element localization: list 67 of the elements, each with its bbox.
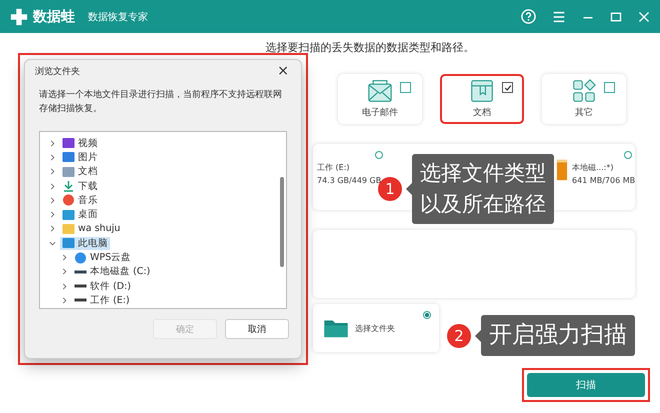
close-icon[interactable] <box>638 10 650 22</box>
drive-usage: 641 MB/706 MB <box>572 176 636 185</box>
category-card[interactable]: 文档 <box>440 74 524 124</box>
drive-icon <box>556 158 568 180</box>
tree-item[interactable]: 音乐 <box>60 194 100 207</box>
category-label: 电子邮件 <box>362 106 398 119</box>
drive-usage: 74.3 GB/449 GB <box>317 176 382 185</box>
category-card[interactable]: 其它 <box>542 74 626 124</box>
radio-button[interactable] <box>423 311 431 319</box>
tree-item[interactable]: 工作 (E:) <box>72 294 132 307</box>
checkbox[interactable] <box>502 82 513 93</box>
radio-button[interactable] <box>624 151 632 159</box>
drive-name: 工作 (E:) <box>317 162 351 173</box>
drive-icon <box>74 270 87 274</box>
callout-tooltip: 开启强力扫描 <box>481 315 635 356</box>
tree-item[interactable]: 本地磁盘 (C:) <box>72 265 152 278</box>
chevron-icon[interactable] <box>61 282 68 290</box>
chevron-icon[interactable] <box>61 296 68 304</box>
tree-item[interactable]: 视频 <box>60 136 100 150</box>
chevron-icon[interactable] <box>49 154 56 161</box>
drive-icon <box>74 298 87 302</box>
checkbox[interactable] <box>400 82 411 93</box>
chevron-icon[interactable] <box>49 211 56 218</box>
chevron-icon[interactable] <box>49 196 56 204</box>
step-number-badge: 2 <box>447 324 471 348</box>
callout-pointer-icon <box>406 183 412 195</box>
chevron-icon[interactable] <box>61 254 68 262</box>
checkbox[interactable] <box>604 82 615 93</box>
close-button[interactable]: × <box>275 63 291 79</box>
chevron-icon[interactable] <box>49 168 56 176</box>
tree-item[interactable]: 文档 <box>60 165 100 178</box>
category-card[interactable]: 电子邮件 <box>338 74 422 124</box>
maximize-icon[interactable] <box>610 10 622 22</box>
drive-icon <box>74 284 87 288</box>
chevron-icon[interactable] <box>61 268 68 276</box>
bookmarked-document-icon <box>470 79 494 103</box>
folder-option-label: 选择文件夹 <box>355 322 395 334</box>
page-heading: 选择要扫描的丢失数据的数据类型和路径。 <box>264 40 476 55</box>
app-logo-text: 数据蛙 <box>33 8 75 26</box>
menu-icon[interactable] <box>552 10 566 24</box>
category-label: 其它 <box>575 106 593 119</box>
radio-button[interactable] <box>375 151 383 159</box>
tree-item[interactable]: WPS云盘 <box>72 251 134 264</box>
chevron-icon[interactable] <box>49 182 56 190</box>
drive-name: 本地磁...:*) <box>572 162 614 173</box>
category-label: 文档 <box>473 106 491 119</box>
chevron-icon[interactable] <box>49 240 56 247</box>
app-subtitle: 数据恢复专家 <box>88 10 148 24</box>
tree-item[interactable]: 软件 (D:) <box>72 280 133 293</box>
help-icon[interactable] <box>521 9 536 24</box>
callout-pointer-icon <box>475 330 481 342</box>
tree-item[interactable]: wa shuju <box>60 222 122 235</box>
folder-option-card[interactable]: 选择文件夹 <box>313 304 439 352</box>
dialog-button[interactable]: 取消 <box>225 319 289 339</box>
cross-logo-icon <box>10 8 28 26</box>
tree-item[interactable]: 此电脑 <box>60 236 110 250</box>
tree-item[interactable]: 下载 <box>60 180 100 193</box>
scan-button[interactable]: 扫描 <box>527 373 645 397</box>
callout-tooltip: 选择文件类型 以及所在路径 <box>412 154 554 224</box>
chevron-icon[interactable] <box>49 225 56 232</box>
dialog-title: 浏览文件夹 <box>35 66 80 78</box>
tree-item[interactable]: 桌面 <box>60 208 100 222</box>
envelope-icon <box>367 79 393 103</box>
dialog-description: 请选择一个本地文件目录进行扫描，当前程序不支持远程联网存储扫描恢复。 <box>39 88 283 116</box>
tree-item[interactable]: 图片 <box>60 150 100 164</box>
shapes-grid-icon <box>572 79 596 103</box>
chevron-icon[interactable] <box>49 140 56 147</box>
